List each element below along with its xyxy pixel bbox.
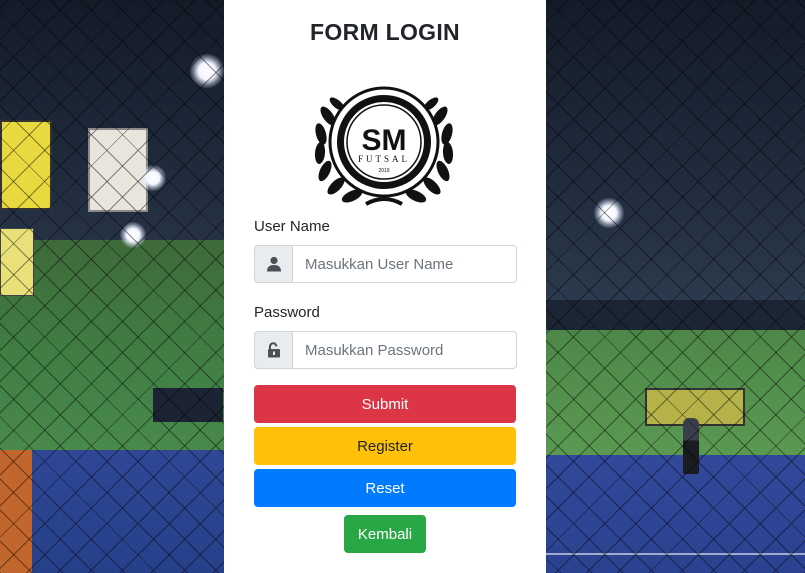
page-title: FORM LOGIN: [310, 19, 460, 45]
reset-button[interactable]: Reset: [254, 469, 516, 507]
password-input-group: [254, 331, 517, 369]
unlock-icon: [267, 342, 280, 358]
login-card: FORM LOGIN SINDANGMEKAR FUTSAL SM FUTSAL…: [224, 0, 546, 573]
club-logo: SINDANGMEKAR FUTSAL SM FUTSAL 2019: [314, 86, 454, 206]
username-input[interactable]: [292, 245, 517, 283]
username-input-group: [254, 245, 517, 283]
register-button[interactable]: Register: [254, 427, 516, 465]
password-icon-box: [254, 331, 292, 369]
logo-initials: SM: [362, 124, 407, 157]
back-button[interactable]: Kembali: [344, 515, 426, 553]
logo-word: FUTSAL: [358, 154, 410, 164]
username-label: User Name: [254, 218, 330, 235]
password-label: Password: [254, 304, 320, 321]
logo-year: 2019: [378, 168, 389, 174]
username-icon-box: [254, 245, 292, 283]
submit-button[interactable]: Submit: [254, 385, 516, 423]
user-icon: [266, 256, 281, 272]
password-input[interactable]: [292, 331, 517, 369]
